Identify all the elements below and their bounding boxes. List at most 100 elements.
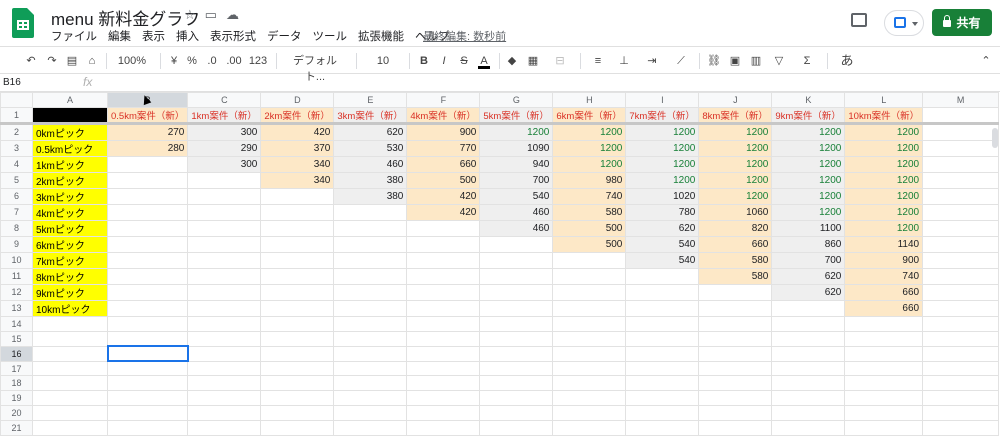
grid-cell[interactable] [32, 420, 108, 437]
font-size-select[interactable]: 10 [366, 53, 400, 69]
grid-cell[interactable] [333, 203, 408, 221]
grid-cell[interactable] [922, 139, 1000, 157]
grid-cell[interactable] [187, 315, 262, 332]
grid-cell[interactable] [106, 375, 189, 392]
grid-cell[interactable] [552, 283, 627, 301]
grid-cell[interactable] [333, 235, 408, 253]
grid-cell[interactable] [552, 420, 627, 437]
grid-cell[interactable] [406, 235, 481, 253]
grid-cell[interactable] [552, 299, 627, 317]
grid-cell[interactable]: 7kmピック [32, 251, 108, 269]
grid-cell[interactable] [625, 345, 700, 362]
grid-cell[interactable] [406, 330, 481, 347]
grid-cell[interactable] [406, 315, 481, 332]
text-rotation-icon[interactable]: ⟋ [672, 53, 690, 69]
grid-cell[interactable]: 2km案件（新） [260, 106, 335, 125]
grid-cell[interactable]: 9km案件（新） [771, 106, 846, 125]
grid-cell[interactable] [698, 315, 773, 332]
menu-data[interactable]: データ [267, 28, 302, 44]
grid-cell[interactable] [922, 203, 1000, 221]
grid-cell[interactable] [552, 251, 627, 269]
grid-cell[interactable] [922, 390, 1000, 407]
grid-cell[interactable] [32, 375, 108, 392]
column-header-a[interactable]: A [32, 92, 108, 108]
currency-format-button[interactable]: ¥ [168, 53, 180, 69]
grid-cell[interactable] [625, 405, 700, 422]
grid-cell[interactable]: 980 [552, 171, 627, 189]
grid-cell[interactable] [187, 219, 262, 237]
grid-cell[interactable]: 460 [333, 155, 408, 173]
grid-cell[interactable] [552, 345, 627, 362]
insert-comment-icon[interactable]: ▣ [728, 53, 742, 69]
grid-cell[interactable] [698, 299, 773, 317]
grid-cell[interactable]: 620 [625, 219, 700, 237]
grid-cell[interactable] [32, 330, 108, 347]
vertical-scrollbar[interactable] [992, 128, 998, 148]
grid-cell[interactable] [625, 360, 700, 377]
grid-cell[interactable] [479, 405, 554, 422]
menu-file[interactable]: ファイル [51, 28, 97, 44]
grid-cell[interactable]: 9kmピック [32, 283, 108, 301]
grid-cell[interactable] [260, 420, 335, 437]
grid-cell[interactable]: 5kmピック [32, 219, 108, 237]
grid-cell[interactable] [698, 283, 773, 301]
grid-cell[interactable]: 1060 [698, 203, 773, 221]
grid-cell[interactable] [922, 315, 1000, 332]
grid-cell[interactable] [625, 267, 700, 285]
grid-cell[interactable] [552, 390, 627, 407]
grid-cell[interactable] [333, 219, 408, 237]
grid-cell[interactable]: 500 [552, 219, 627, 237]
grid-cell[interactable] [552, 330, 627, 347]
grid-cell[interactable]: 740 [552, 187, 627, 205]
grid-cell[interactable] [32, 360, 108, 377]
grid-cell[interactable] [32, 106, 108, 125]
grid-cell[interactable] [106, 390, 189, 407]
column-header-h[interactable]: H [552, 92, 627, 108]
grid-cell[interactable]: 1200 [698, 155, 773, 173]
text-wrap-icon[interactable]: ⇥ [643, 53, 661, 69]
grid-cell[interactable] [106, 219, 189, 237]
grid-cell[interactable] [106, 330, 189, 347]
grid-cell[interactable]: 0kmピック [32, 122, 108, 141]
grid-cell[interactable]: 1200 [625, 139, 700, 157]
grid-cell[interactable] [922, 299, 1000, 317]
grid-cell[interactable] [698, 420, 773, 437]
grid-cell[interactable] [406, 375, 481, 392]
row-header[interactable]: 14 [0, 315, 33, 332]
grid-cell[interactable] [844, 315, 924, 332]
grid-cell[interactable] [406, 251, 481, 269]
grid-cell[interactable]: 1200 [771, 122, 846, 141]
grid-cell[interactable]: 1km案件（新） [187, 106, 262, 125]
grid-cell[interactable] [260, 330, 335, 347]
redo-icon[interactable]: ↷ [45, 53, 59, 69]
horizontal-align-icon[interactable]: ≡ [589, 53, 607, 69]
grid-cell[interactable] [260, 235, 335, 253]
grid-cell[interactable] [106, 315, 189, 332]
paint-format-icon[interactable]: ⌂ [85, 53, 99, 69]
grid-cell[interactable] [333, 390, 408, 407]
grid-cell[interactable] [187, 360, 262, 377]
grid-cell[interactable] [333, 315, 408, 332]
row-header[interactable]: 8 [0, 219, 33, 237]
menu-tools[interactable]: ツール [313, 28, 348, 44]
borders-icon[interactable]: ▦ [527, 53, 539, 69]
grid-cell[interactable] [479, 315, 554, 332]
spreadsheet-table[interactable]: ABCDEFGHIJKLM 1 0.5km案件（新） 1km案件（新） 2km案件（新… [0, 92, 1000, 437]
grid-cell[interactable] [260, 315, 335, 332]
grid-cell[interactable] [260, 267, 335, 285]
grid-cell[interactable]: 1200 [771, 155, 846, 173]
grid-cell[interactable]: 820 [698, 219, 773, 237]
grid-cell[interactable] [922, 155, 1000, 173]
grid-cell[interactable] [32, 345, 108, 362]
grid-cell[interactable] [106, 187, 189, 205]
grid-cell[interactable]: 1200 [771, 139, 846, 157]
row-header[interactable]: 21 [0, 420, 33, 437]
grid-cell[interactable]: 660 [698, 235, 773, 253]
grid-cell[interactable]: 780 [625, 203, 700, 221]
column-header-c[interactable]: C [187, 92, 262, 108]
grid-cell[interactable]: 380 [333, 171, 408, 189]
grid-cell[interactable] [698, 360, 773, 377]
grid-cell[interactable] [406, 219, 481, 237]
column-header-j[interactable]: J [698, 92, 773, 108]
fill-color-icon[interactable]: ◆ [506, 53, 518, 69]
